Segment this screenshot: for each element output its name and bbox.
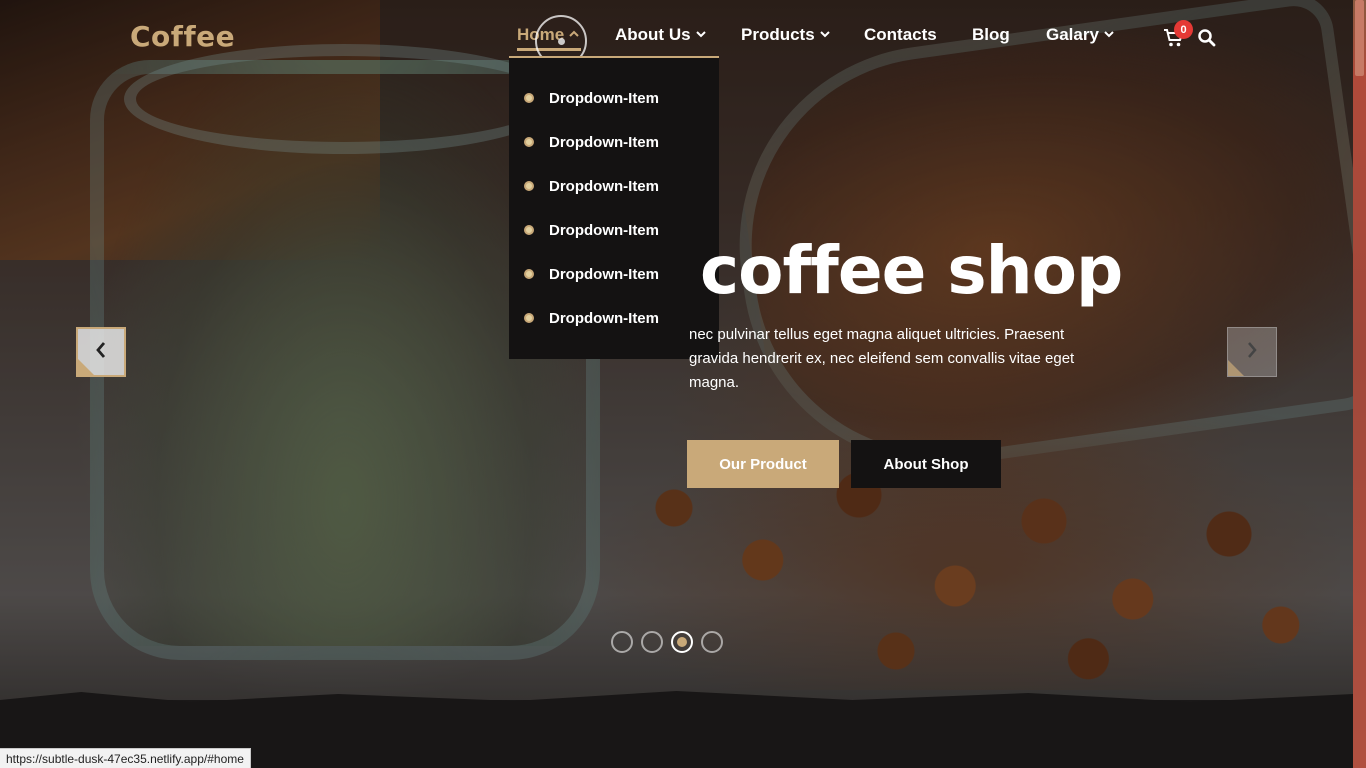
site-logo[interactable]: Coffee: [130, 20, 235, 53]
nav-item-label: About Us: [615, 25, 691, 44]
dropdown-item-label: Dropdown-Item: [549, 265, 659, 283]
bullet-icon: [524, 313, 534, 323]
nav-item-label: Products: [741, 25, 815, 44]
search-icon[interactable]: [1197, 28, 1217, 48]
bullet-icon: [524, 269, 534, 279]
hero-title: coffee shop: [700, 232, 1123, 309]
dropdown-item-label: Dropdown-Item: [549, 221, 659, 239]
pagination-dot[interactable]: [701, 631, 723, 653]
slider-next-button[interactable]: [1227, 327, 1277, 377]
dropdown-item-label: Dropdown-Item: [549, 133, 659, 151]
chevron-down-icon: [1103, 28, 1115, 40]
nav-item-label: Contacts: [864, 25, 937, 44]
nav-item-about-us[interactable]: About Us: [615, 22, 707, 48]
nav-item-label: Galary: [1046, 25, 1099, 44]
dropdown-item[interactable]: Dropdown-Item: [509, 208, 719, 252]
pagination-dot[interactable]: [641, 631, 663, 653]
chevron-right-icon: [1245, 340, 1259, 364]
bullet-icon: [524, 93, 534, 103]
scrollbar[interactable]: [1353, 0, 1366, 768]
hero-description: nec pulvinar tellus eget magna aliquet u…: [689, 326, 1075, 391]
pagination-dot[interactable]: [611, 631, 633, 653]
dropdown-item[interactable]: Dropdown-Item: [509, 252, 719, 296]
scrollbar-thumb[interactable]: [1355, 0, 1364, 76]
dropdown-item[interactable]: Dropdown-Item: [509, 296, 719, 340]
chevron-left-icon: [94, 340, 108, 364]
bullet-icon: [524, 137, 534, 147]
about-shop-button[interactable]: About Shop: [851, 440, 1001, 488]
home-dropdown-menu: Dropdown-Item Dropdown-Item Dropdown-Ite…: [509, 56, 719, 359]
status-bar-url: https://subtle-dusk-47ec35.netlify.app/#…: [0, 748, 251, 768]
dropdown-item-label: Dropdown-Item: [549, 309, 659, 327]
nav-item-contacts[interactable]: Contacts: [864, 22, 937, 48]
chevron-down-icon: [819, 28, 831, 40]
nav-item-galary[interactable]: Galary: [1046, 22, 1115, 48]
chevron-down-icon: [695, 28, 707, 40]
dropdown-item[interactable]: Dropdown-Item: [509, 76, 719, 120]
cart-count-badge: 0: [1174, 20, 1193, 39]
dropdown-item[interactable]: Dropdown-Item: [509, 164, 719, 208]
dropdown-item-label: Dropdown-Item: [549, 89, 659, 107]
dropdown-item-label: Dropdown-Item: [549, 177, 659, 195]
our-product-button[interactable]: Our Product: [687, 440, 839, 488]
nav-item-blog[interactable]: Blog: [972, 22, 1010, 48]
slider-prev-button[interactable]: [76, 327, 126, 377]
bullet-icon: [524, 181, 534, 191]
dropdown-item[interactable]: Dropdown-Item: [509, 120, 719, 164]
bullet-icon: [524, 225, 534, 235]
nav-item-label: Blog: [972, 25, 1010, 44]
pagination-dot-active[interactable]: [671, 631, 693, 653]
nav-item-products[interactable]: Products: [741, 22, 831, 48]
